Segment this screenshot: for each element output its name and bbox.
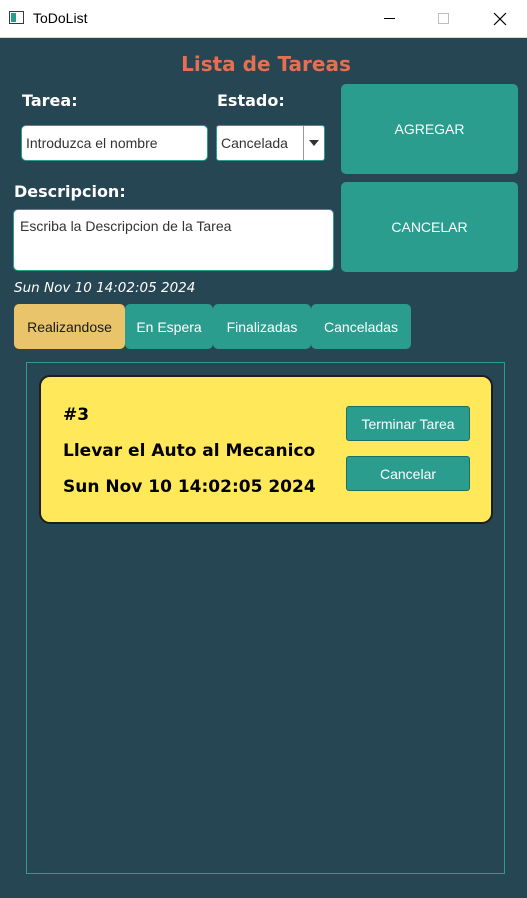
task-label: Tarea: — [22, 91, 78, 110]
description-input[interactable] — [13, 209, 334, 271]
cancel-task-button[interactable]: Cancelar — [346, 456, 470, 491]
maximize-icon — [437, 13, 449, 24]
tab-canceladas[interactable]: Canceladas — [311, 304, 411, 349]
close-icon — [493, 12, 507, 25]
description-label: Descripcion: — [14, 182, 126, 201]
cancel-form-button[interactable]: CANCELAR — [341, 182, 518, 272]
tab-en-espera[interactable]: En Espera — [125, 304, 213, 349]
status-label: Estado: — [217, 91, 285, 110]
task-name-input[interactable] — [21, 125, 208, 161]
task-id: #3 — [63, 405, 90, 425]
minimize-button[interactable] — [366, 0, 412, 37]
window-titlebar: ToDoList — [0, 0, 527, 38]
status-select-value: Cancelada — [221, 135, 288, 151]
current-timestamp: Sun Nov 10 14:02:05 2024 — [14, 280, 196, 296]
task-date: Sun Nov 10 14:02:05 2024 — [63, 477, 316, 497]
minimize-icon — [383, 18, 395, 19]
window-title: ToDoList — [33, 10, 88, 26]
tab-realizandose[interactable]: Realizandose — [14, 304, 125, 349]
task-name: Llevar el Auto al Mecanico — [63, 441, 316, 461]
status-dropdown-button[interactable] — [303, 126, 324, 160]
close-button[interactable] — [477, 0, 523, 37]
status-select[interactable]: Cancelada — [216, 125, 325, 161]
app-window-icon — [9, 11, 24, 24]
maximize-button[interactable] — [420, 0, 466, 37]
task-card: #3 Llevar el Auto al Mecanico Sun Nov 10… — [39, 375, 493, 524]
tab-finalizadas[interactable]: Finalizadas — [213, 304, 311, 349]
add-task-button[interactable]: AGREGAR — [341, 84, 518, 174]
page-title: Lista de Tareas — [181, 52, 351, 76]
finish-task-button[interactable]: Terminar Tarea — [346, 406, 470, 441]
chevron-down-icon — [309, 140, 319, 146]
